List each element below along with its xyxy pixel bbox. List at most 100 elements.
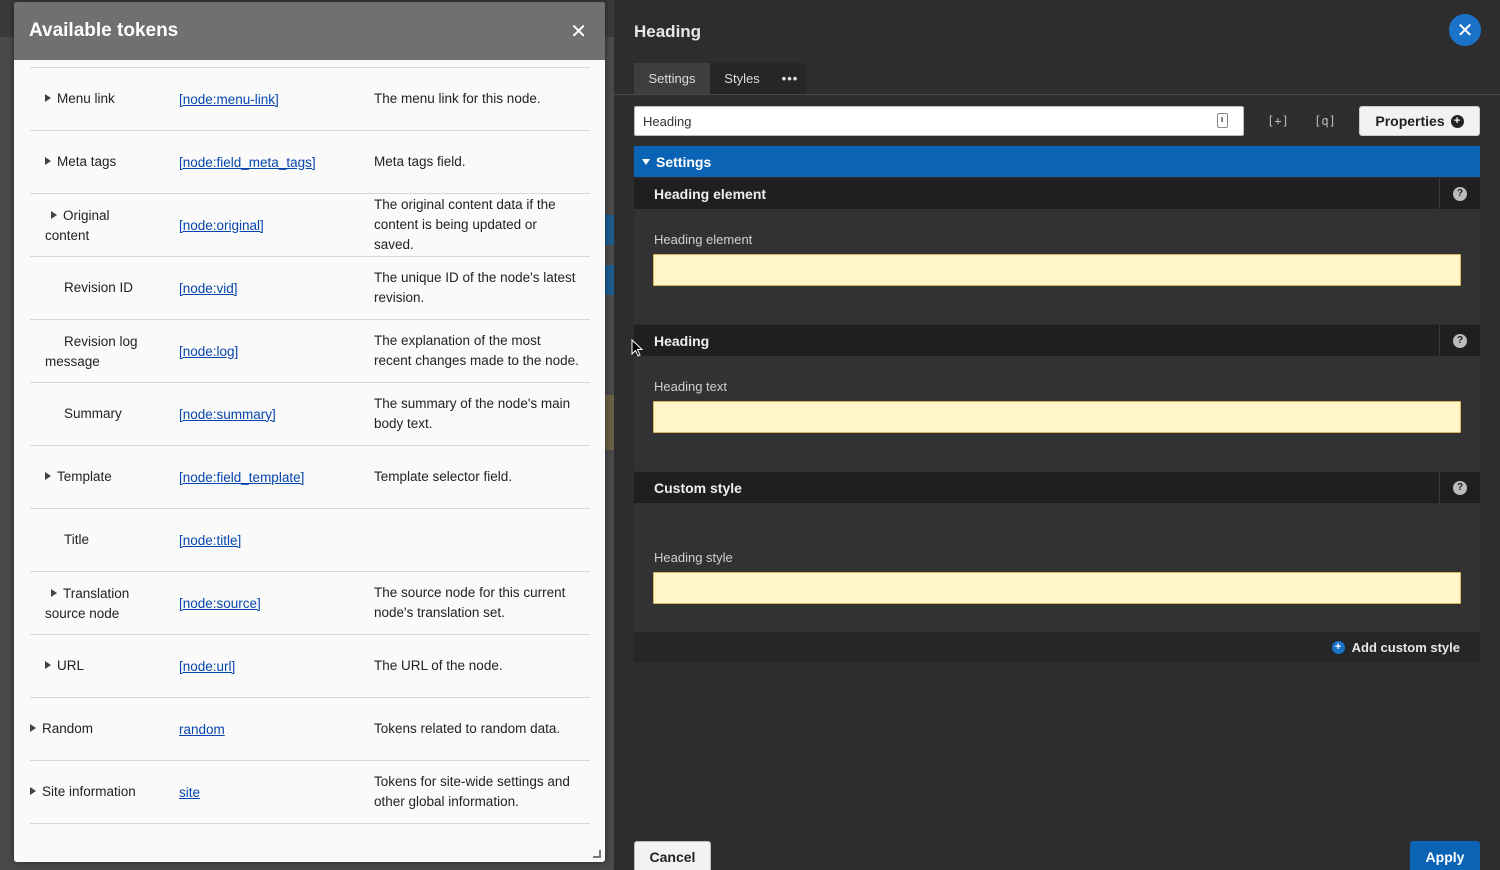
token-link[interactable]: [node:url] [179, 635, 235, 697]
field-label: Heading style [654, 550, 733, 565]
background-element [604, 215, 614, 245]
token-link[interactable]: [node:summary] [179, 383, 276, 445]
help-icon[interactable]: ? [1453, 334, 1467, 348]
table-row: Translation source node [node:source] The s… [30, 572, 590, 635]
expand-triangle-icon[interactable] [51, 211, 57, 219]
token-name-label: Revision log [64, 334, 138, 349]
heading-element-input[interactable] [653, 254, 1461, 286]
token-table: Menu link [node:menu-link] The menu link f… [30, 67, 590, 824]
dialog-title: Available tokens [29, 20, 179, 41]
available-tokens-dialog: Available tokens ✕ Menu link [node:menu-l… [14, 2, 605, 862]
divider [1439, 178, 1440, 209]
token-name-label: Meta tags [57, 154, 117, 169]
resize-handle-icon[interactable] [593, 850, 601, 858]
token-link[interactable]: [node:source] [179, 572, 261, 634]
help-icon[interactable]: ? [1453, 481, 1467, 495]
token-name: Revision log message [45, 320, 175, 382]
token-description: Tokens related to random data. [374, 721, 561, 736]
token-name-label: Menu link [57, 91, 115, 106]
expand-triangle-icon[interactable] [45, 157, 51, 165]
token-description: The source node for this current node's … [374, 585, 566, 620]
settings-accordion-label: Settings [656, 153, 712, 170]
token-link[interactable]: [node:vid] [179, 257, 238, 319]
expand-triangle-icon[interactable] [30, 787, 36, 795]
settings-accordion-header[interactable]: Settings [634, 146, 1480, 177]
heading-style-input[interactable] [653, 572, 1461, 604]
token-link[interactable]: [node:field_template] [179, 446, 304, 508]
token-description: Meta tags field. [374, 154, 466, 169]
divider [1439, 325, 1440, 356]
token-link[interactable]: [node:title] [179, 509, 241, 571]
section-title: Heading element [654, 185, 767, 202]
token-name[interactable]: Template [45, 446, 175, 508]
cancel-button[interactable]: Cancel [634, 841, 711, 870]
section-heading-element: Heading element ? Heading element [634, 178, 1480, 324]
clipboard-icon[interactable] [1217, 113, 1228, 128]
token-name[interactable]: Menu link [45, 68, 175, 130]
token-name-label: Revision ID [64, 280, 134, 295]
dialog-body[interactable]: Menu link [node:menu-link] The menu link f… [14, 60, 605, 862]
help-icon[interactable]: ? [1453, 187, 1467, 201]
token-name[interactable]: Meta tags [45, 131, 175, 193]
expand-triangle-icon[interactable] [51, 589, 57, 597]
apply-button[interactable]: Apply [1410, 841, 1480, 870]
caret-down-icon [642, 158, 650, 165]
token-link[interactable]: random [179, 698, 225, 760]
token-name-label: source node [45, 606, 120, 621]
table-row: URL [node:url] The URL of the node. [30, 635, 590, 698]
token-name: Revision ID [45, 257, 175, 319]
close-icon[interactable]: ✕ [1449, 14, 1481, 46]
token-name-label: Title [64, 532, 90, 547]
background-element [604, 395, 614, 450]
token-description: Tokens for site-wide settings and other … [374, 774, 570, 809]
token-link[interactable]: [node:field_meta_tags] [179, 131, 316, 193]
token-link[interactable]: [node:original] [179, 194, 264, 256]
token-name-label: Random [42, 721, 94, 736]
heading-text-input[interactable] [653, 401, 1461, 433]
token-description [374, 509, 579, 571]
search-icon[interactable]: [q] [1313, 110, 1337, 132]
divider [1439, 472, 1440, 503]
token-name-label: message [45, 354, 100, 369]
token-name[interactable]: URL [45, 635, 175, 697]
token-name[interactable]: Translation source node [45, 572, 175, 634]
expand-triangle-icon[interactable] [45, 94, 51, 102]
token-name-label: URL [57, 658, 85, 673]
token-name: Summary [45, 383, 175, 445]
close-icon[interactable]: ✕ [570, 21, 587, 41]
token-name[interactable]: Original content [45, 194, 175, 256]
properties-button[interactable]: Properties + [1359, 106, 1480, 136]
table-row: Title [node:title] [30, 509, 590, 572]
token-description: The summary of the node's main body text… [374, 396, 571, 431]
expand-triangle-icon[interactable] [30, 724, 36, 732]
section-heading: Heading ? Heading text [634, 325, 1480, 471]
tab-more-options[interactable]: ••• [774, 63, 806, 94]
section-title: Custom style [654, 479, 742, 496]
table-row: Meta tags [node:field_meta_tags] Meta tags… [30, 131, 590, 194]
table-row: Revision log message [node:log] The explana… [30, 320, 590, 383]
plus-circle-icon: + [1450, 114, 1464, 128]
token-description: The URL of the node. [374, 658, 503, 673]
tab-styles[interactable]: Styles [710, 63, 774, 94]
expand-triangle-icon[interactable] [45, 661, 51, 669]
section-custom-style: Custom style ? Heading style + Add custo… [634, 472, 1480, 662]
add-custom-style-button[interactable]: + Add custom style [634, 632, 1480, 662]
token-link[interactable]: site [179, 761, 200, 823]
token-link[interactable]: [node:log] [179, 320, 238, 382]
token-name-label: Site information [42, 784, 136, 799]
dialog-header: Available tokens ✕ [14, 2, 605, 60]
table-row: Original content [node:original] The origin… [30, 194, 590, 257]
expand-triangle-icon[interactable] [45, 472, 51, 480]
token-name[interactable]: Random [30, 698, 160, 760]
token-name-label: Translation [63, 586, 130, 601]
tab-settings[interactable]: Settings [634, 63, 710, 94]
token-name[interactable]: Site information [30, 761, 160, 823]
section-title: Heading [654, 332, 710, 349]
element-name-input[interactable] [634, 106, 1244, 136]
expand-icon[interactable]: [+] [1266, 110, 1290, 132]
add-custom-style-label: Add custom style [1351, 639, 1460, 655]
token-description: The explanation of the most recent chang… [374, 333, 579, 368]
tabs-divider [614, 94, 1500, 95]
token-description: Template selector field. [374, 469, 513, 484]
token-link[interactable]: [node:menu-link] [179, 68, 279, 130]
